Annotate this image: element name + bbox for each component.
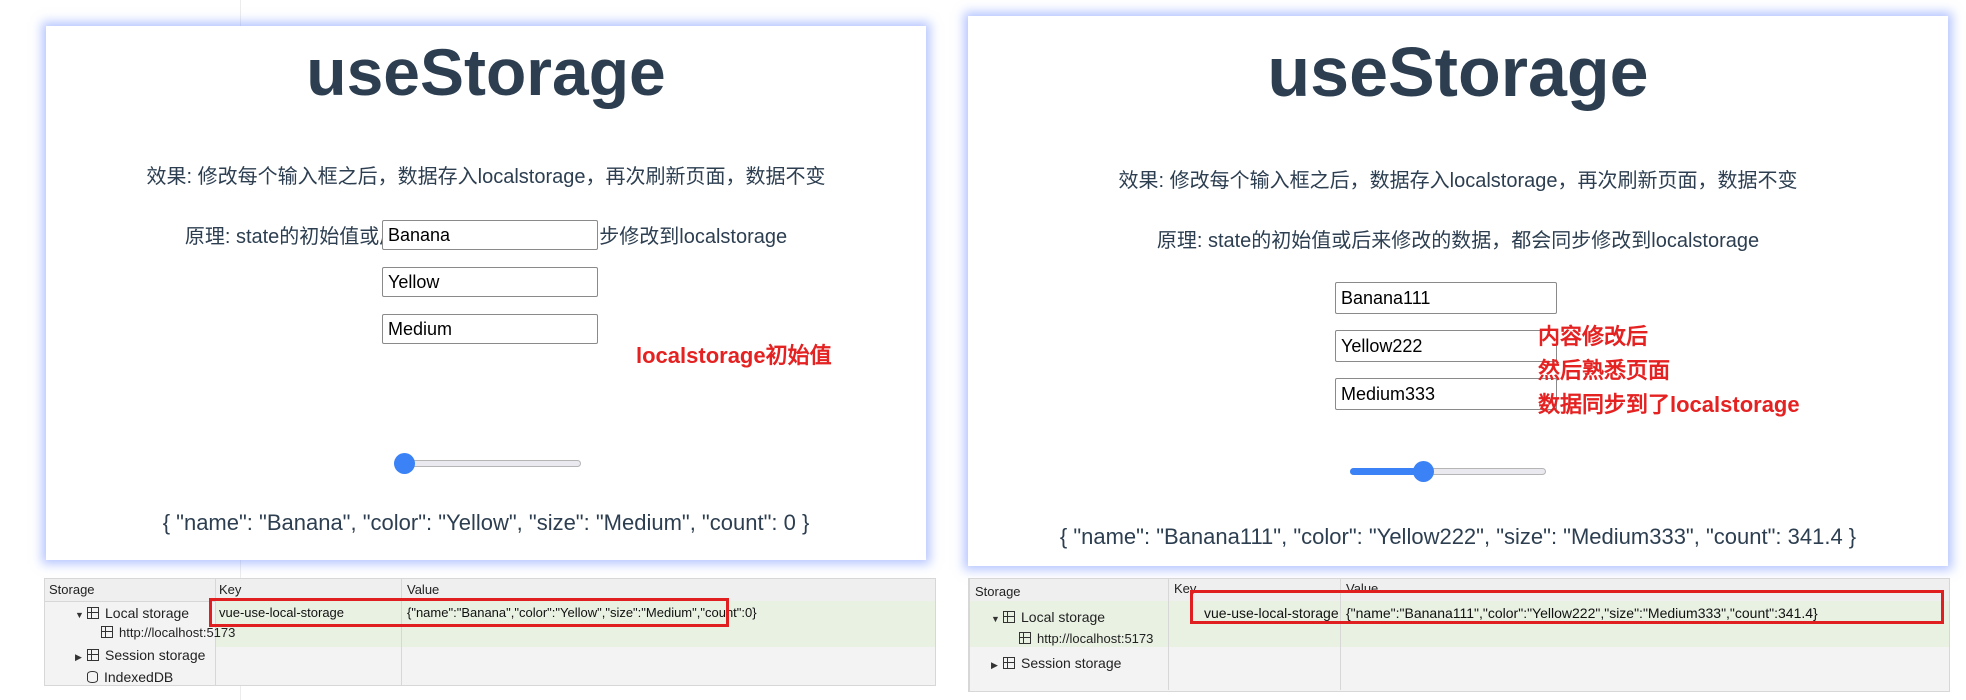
expand-arrow-icon[interactable]: ▼ bbox=[991, 614, 1003, 624]
tree-item-label: IndexedDB bbox=[104, 669, 174, 685]
table-icon bbox=[1003, 657, 1015, 669]
tree-item-label: Session storage bbox=[105, 647, 206, 663]
table-header: Storage bbox=[969, 579, 1949, 602]
tree-item-session-storage[interactable]: ▶ Session storage bbox=[75, 647, 205, 663]
count-slider[interactable] bbox=[1350, 461, 1546, 482]
annotation-note: 内容修改后 然后熟悉页面 数据同步到了localstorage bbox=[1538, 320, 1800, 422]
state-json-output: { "name": "Banana", "color": "Yellow", "… bbox=[162, 510, 810, 535]
column-divider bbox=[401, 579, 402, 685]
color-input[interactable] bbox=[382, 267, 598, 297]
devtools-storage-panel: Storage Key Value ▼ Local storage http://… bbox=[44, 578, 936, 686]
table-icon bbox=[87, 607, 99, 619]
collapse-arrow-icon[interactable]: ▶ bbox=[75, 652, 87, 663]
tree-item-label: Local storage bbox=[105, 605, 190, 621]
collapse-arrow-icon[interactable]: ▶ bbox=[991, 660, 1003, 671]
name-input[interactable] bbox=[382, 220, 598, 250]
tree-item-label: Session storage bbox=[1021, 655, 1122, 671]
devtools-storage-panel: Storage ▼ Local storage http://localhost:… bbox=[968, 578, 1950, 692]
state-json-output: { "name": "Banana111", "color": "Yellow2… bbox=[1059, 524, 1857, 549]
table-icon bbox=[1019, 632, 1031, 644]
highlight-box bbox=[209, 598, 729, 627]
storage-column-header: Storage bbox=[49, 582, 95, 597]
slider-thumb[interactable] bbox=[394, 453, 415, 474]
demo-page-initial: useStorage 效果: 修改每个输入框之后，数据存入localstorag… bbox=[46, 26, 926, 560]
slider-fill bbox=[1350, 468, 1423, 475]
database-icon bbox=[87, 671, 98, 683]
annotation-line: 内容修改后 bbox=[1538, 324, 1649, 349]
count-slider[interactable] bbox=[394, 453, 581, 474]
slider-track bbox=[394, 460, 581, 467]
storage-column-header: Storage bbox=[975, 584, 1021, 599]
key-column-header: Key bbox=[219, 582, 242, 597]
annotation-line: localstorage初始值 bbox=[636, 343, 832, 368]
tree-item-label: http://localhost:5173 bbox=[1037, 631, 1154, 646]
tree-item-local-storage[interactable]: ▼ Local storage bbox=[75, 605, 189, 621]
tree-item-local-storage[interactable]: ▼ Local storage bbox=[991, 609, 1105, 625]
page-title: useStorage bbox=[306, 35, 666, 109]
table-icon bbox=[101, 626, 113, 638]
principle-description: 原理: state的初始值或后来修改的数据，都会同步修改到localstorag… bbox=[1156, 230, 1760, 252]
table-icon bbox=[87, 649, 99, 661]
value-column-header: Value bbox=[407, 582, 440, 597]
annotation-line: 然后熟悉页面 bbox=[1538, 358, 1671, 383]
page-title: useStorage bbox=[1267, 33, 1649, 111]
tree-item-indexeddb[interactable]: IndexedDB bbox=[87, 669, 173, 685]
effect-description: 效果: 修改每个输入框之后，数据存入localstorage，再次刷新页面，数据… bbox=[1118, 170, 1798, 192]
tree-item-label: http://localhost:5173 bbox=[119, 625, 236, 640]
slider-thumb[interactable] bbox=[1412, 461, 1434, 482]
demo-page-modified: useStorage 效果: 修改每个输入框之后，数据存入localstorag… bbox=[968, 16, 1948, 566]
tree-item-origin[interactable]: http://localhost:5173 bbox=[1019, 631, 1153, 646]
size-input[interactable] bbox=[1335, 378, 1557, 410]
annotation-note: localstorage初始值 bbox=[636, 339, 832, 373]
name-input[interactable] bbox=[1335, 282, 1557, 314]
color-input[interactable] bbox=[1335, 330, 1557, 362]
tree-item-origin[interactable]: http://localhost:5173 bbox=[101, 625, 235, 640]
expand-arrow-icon[interactable]: ▼ bbox=[75, 610, 87, 620]
tree-item-label: Local storage bbox=[1021, 609, 1106, 625]
tree-item-session-storage[interactable]: ▶ Session storage bbox=[991, 655, 1121, 671]
annotation-line: 数据同步到了localstorage bbox=[1538, 392, 1800, 417]
effect-description: 效果: 修改每个输入框之后，数据存入localstorage，再次刷新页面，数据… bbox=[146, 166, 826, 188]
size-input[interactable] bbox=[382, 314, 598, 344]
table-icon bbox=[1003, 611, 1015, 623]
